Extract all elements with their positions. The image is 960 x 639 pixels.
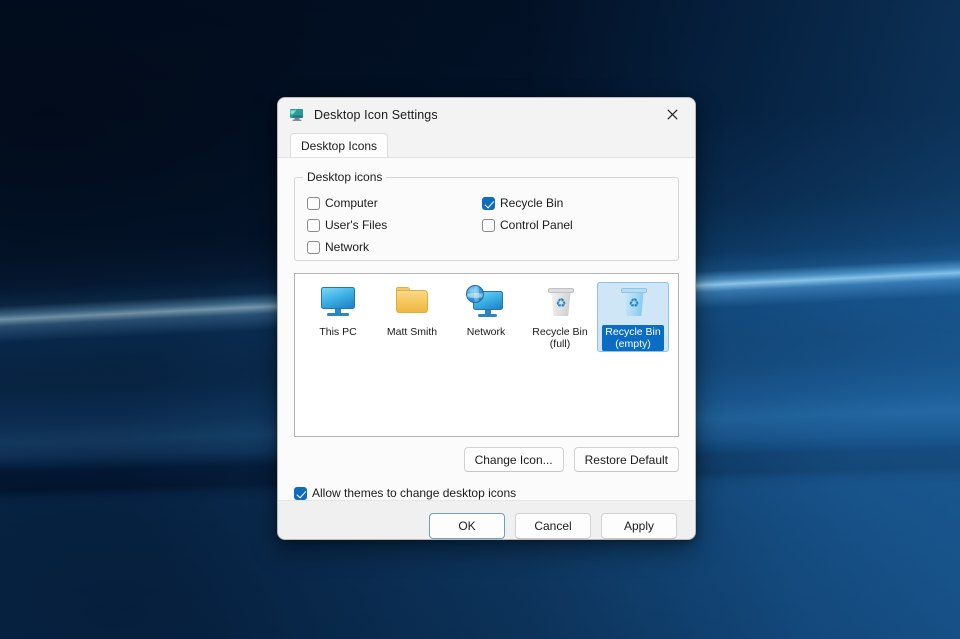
icon-action-buttons: Change Icon... Restore Default xyxy=(294,447,679,472)
preview-item-user-folder[interactable]: Matt Smith xyxy=(375,282,449,339)
preview-label-user-folder: Matt Smith xyxy=(384,325,440,339)
recycle-bin-full-icon: ♻ xyxy=(539,285,581,323)
network-icon xyxy=(465,285,507,323)
checkbox-recycle-bin[interactable]: Recycle Bin xyxy=(482,196,668,210)
preview-label-network: Network xyxy=(464,325,509,339)
recycle-bin-empty-icon: ♻ xyxy=(612,285,654,323)
preview-label-recycle-bin-empty: Recycle Bin (empty) xyxy=(602,325,663,351)
desktop-monitor-icon xyxy=(289,107,305,123)
cancel-button[interactable]: Cancel xyxy=(515,513,591,539)
checkbox-label-allow-themes: Allow themes to change desktop icons xyxy=(312,486,516,500)
checkbox-box-computer[interactable] xyxy=(307,197,320,210)
checkbox-box-control-panel[interactable] xyxy=(482,219,495,232)
checkbox-label-computer: Computer xyxy=(325,196,378,210)
desktop-wallpaper: Desktop Icon Settings Desktop Icons Desk… xyxy=(0,0,960,639)
desktop-icons-groupbox: Desktop icons Computer Recycle Bin User'… xyxy=(294,177,679,261)
ok-button[interactable]: OK xyxy=(429,513,505,539)
checkbox-box-allow-themes[interactable] xyxy=(294,487,307,500)
title-bar[interactable]: Desktop Icon Settings xyxy=(278,98,695,131)
preview-label-this-pc: This PC xyxy=(316,325,359,339)
checkbox-computer[interactable]: Computer xyxy=(307,196,482,210)
tab-strip: Desktop Icons xyxy=(278,131,695,157)
checkbox-box-network[interactable] xyxy=(307,241,320,254)
checkbox-control-panel[interactable]: Control Panel xyxy=(482,218,668,232)
preview-label-recycle-bin-full: Recycle Bin (full) xyxy=(529,325,590,351)
checkbox-users-files[interactable]: User's Files xyxy=(307,218,482,232)
checkbox-label-control-panel: Control Panel xyxy=(500,218,573,232)
desktop-icon-settings-dialog: Desktop Icon Settings Desktop Icons Desk… xyxy=(277,97,696,540)
dialog-body: Desktop icons Computer Recycle Bin User'… xyxy=(278,157,695,500)
change-icon-button[interactable]: Change Icon... xyxy=(464,447,564,472)
window-title: Desktop Icon Settings xyxy=(314,108,438,122)
groupbox-legend: Desktop icons xyxy=(303,170,386,184)
preview-item-recycle-bin-full[interactable]: ♻ Recycle Bin (full) xyxy=(523,282,597,351)
preview-item-recycle-bin-empty[interactable]: ♻ Recycle Bin (empty) xyxy=(597,282,669,352)
apply-button[interactable]: Apply xyxy=(601,513,677,539)
checkbox-grid: Computer Recycle Bin User's Files Contro… xyxy=(307,192,668,258)
checkbox-label-network: Network xyxy=(325,240,369,254)
preview-item-this-pc[interactable]: This PC xyxy=(301,282,375,339)
tab-label: Desktop Icons xyxy=(301,139,377,153)
close-icon[interactable] xyxy=(650,98,695,130)
user-folder-icon xyxy=(391,285,433,323)
allow-themes-checkbox[interactable]: Allow themes to change desktop icons xyxy=(294,486,679,500)
checkbox-box-users-files[interactable] xyxy=(307,219,320,232)
this-pc-icon xyxy=(317,285,359,323)
dialog-footer: OK Cancel Apply xyxy=(278,500,695,540)
tab-desktop-icons[interactable]: Desktop Icons xyxy=(290,133,388,157)
checkbox-label-users-files: User's Files xyxy=(325,218,387,232)
icon-preview-pane[interactable]: This PC Matt Smith N xyxy=(294,273,679,437)
checkbox-network[interactable]: Network xyxy=(307,240,482,254)
restore-default-button[interactable]: Restore Default xyxy=(574,447,679,472)
checkbox-label-recycle-bin: Recycle Bin xyxy=(500,196,563,210)
checkbox-box-recycle-bin[interactable] xyxy=(482,197,495,210)
preview-item-network[interactable]: Network xyxy=(449,282,523,339)
